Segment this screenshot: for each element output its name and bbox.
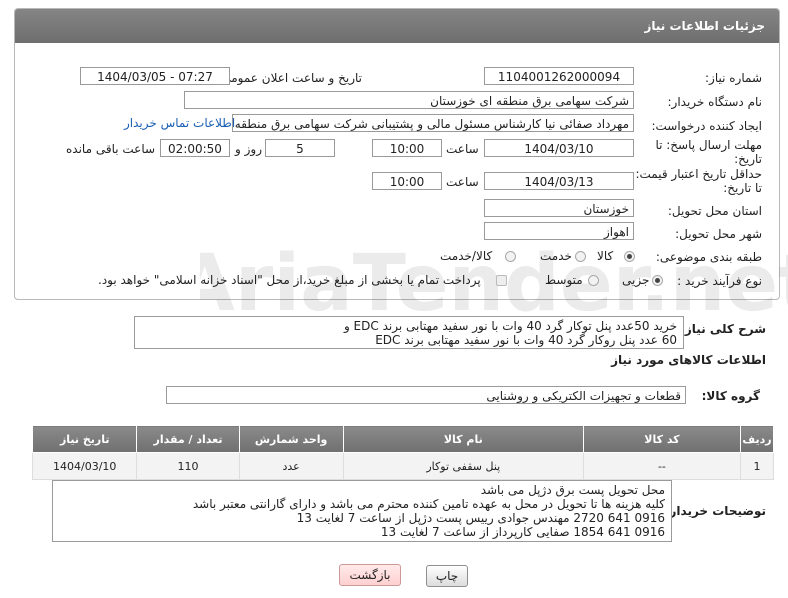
announce-datetime-field: 1404/03/05 - 07:27 xyxy=(80,67,230,85)
cell-unit: عدد xyxy=(238,452,344,480)
days-remaining-field: 5 xyxy=(265,139,335,157)
cell-item-name: پنل سقفی توکار xyxy=(342,452,584,480)
treasury-payment-note: پرداخت تمام یا بخشی از مبلغ خرید،از محل … xyxy=(98,273,481,287)
deadline-label-date: تاریخ: xyxy=(734,152,762,166)
deadline-time-label: ساعت xyxy=(446,142,479,156)
col-item-name: نام کالا xyxy=(342,425,584,453)
category-option-service: خدمت xyxy=(540,249,572,263)
need-number-field: 1104001262000094 xyxy=(484,67,634,85)
city-label: شهر محل تحویل: xyxy=(675,227,762,241)
deadline-date-field: 1404/03/10 xyxy=(484,139,634,157)
remaining-time-label: ساعت باقی مانده xyxy=(66,142,156,156)
category-label: طبقه بندی موضوعی: xyxy=(655,250,762,264)
days-label: روز و xyxy=(235,142,262,156)
col-need-date: تاریخ نیاز xyxy=(31,425,138,453)
process-radio-medium[interactable] xyxy=(588,275,599,286)
panel-header: جزئیات اطلاعات نیاز xyxy=(15,9,779,43)
goods-group-label: گروه کالا: xyxy=(701,389,760,403)
col-item-code: کد کالا xyxy=(582,425,741,453)
goods-group-field: قطعات و تجهیزات الکتریکی و روشنایی xyxy=(166,386,686,404)
process-radio-minor[interactable] xyxy=(652,275,663,286)
col-unit: واحد شمارش xyxy=(238,425,344,453)
cell-quantity: 110 xyxy=(136,452,240,480)
city-field: اهواز xyxy=(484,222,634,240)
process-option-medium: متوسط xyxy=(545,273,583,287)
print-button[interactable]: چاپ xyxy=(426,565,468,587)
buyer-org-label: نام دستگاه خریدار: xyxy=(667,95,763,109)
announce-label: تاریخ و ساعت اعلان عمومی: xyxy=(217,71,362,85)
col-row-number: ردیف xyxy=(739,425,775,453)
price-validity-time-field: 10:00 xyxy=(372,172,442,190)
table-row: 1404/03/10 110 عدد پنل سقفی توکار -- 1 xyxy=(31,452,775,480)
treasury-payment-checkbox[interactable] xyxy=(496,275,507,286)
goods-section-title: اطلاعات کالاهای مورد نیاز xyxy=(611,353,766,367)
cell-item-code: -- xyxy=(582,452,741,480)
need-number-label: شماره نیاز: xyxy=(705,71,762,85)
category-radio-goods[interactable] xyxy=(624,251,635,262)
back-button[interactable]: بازگشت xyxy=(339,564,401,586)
category-option-goods-service: کالا/خدمت xyxy=(440,249,493,263)
deadline-time-field: 10:00 xyxy=(372,139,442,157)
summary-textarea[interactable]: خرید 50عدد پنل توکار گرد 40 وات با نور س… xyxy=(134,316,684,349)
remaining-time-field: 02:00:50 xyxy=(160,139,230,157)
price-validity-label-date: تا تاریخ: xyxy=(723,181,762,195)
province-field: خوزستان xyxy=(484,199,634,217)
buyer-contact-link[interactable]: اطلاعات تماس خریدار xyxy=(124,116,235,130)
process-label: نوع فرآیند خرید : xyxy=(677,274,762,288)
goods-table: تاریخ نیاز تعداد / مقدار واحد شمارش نام … xyxy=(31,425,775,480)
buyer-notes-label: توضیحات خریدار: xyxy=(664,504,766,518)
category-option-goods: کالا xyxy=(597,249,614,263)
process-option-minor: جزیی xyxy=(622,273,650,287)
category-radio-goods-service[interactable] xyxy=(505,251,516,262)
cell-need-date: 1404/03/10 xyxy=(31,452,138,480)
buyer-notes-textarea[interactable]: محل تحویل پست برق دژپل می باشد کلیه هزین… xyxy=(52,480,672,542)
price-validity-date-field: 1404/03/13 xyxy=(484,172,634,190)
deadline-label: مهلت ارسال پاسخ: تا xyxy=(655,138,762,152)
panel-title: جزئیات اطلاعات نیاز xyxy=(644,19,765,33)
summary-label: شرح کلی نیاز: xyxy=(680,322,766,336)
province-label: استان محل تحویل: xyxy=(667,204,762,218)
col-quantity: تعداد / مقدار xyxy=(136,425,240,453)
creator-label: ایجاد کننده درخواست: xyxy=(651,119,762,133)
buyer-org-field: شرکت سهامی برق منطقه ای خوزستان xyxy=(184,91,634,109)
goods-table-header: تاریخ نیاز تعداد / مقدار واحد شمارش نام … xyxy=(31,425,775,453)
cell-row-number: 1 xyxy=(739,452,775,480)
price-validity-label: حداقل تاریخ اعتبار قیمت: xyxy=(635,167,762,181)
category-radio-service[interactable] xyxy=(575,251,586,262)
creator-field: مهرداد صفائی نیا کارشناس مسئول مالی و پش… xyxy=(232,114,634,132)
price-time-label: ساعت xyxy=(446,175,479,189)
